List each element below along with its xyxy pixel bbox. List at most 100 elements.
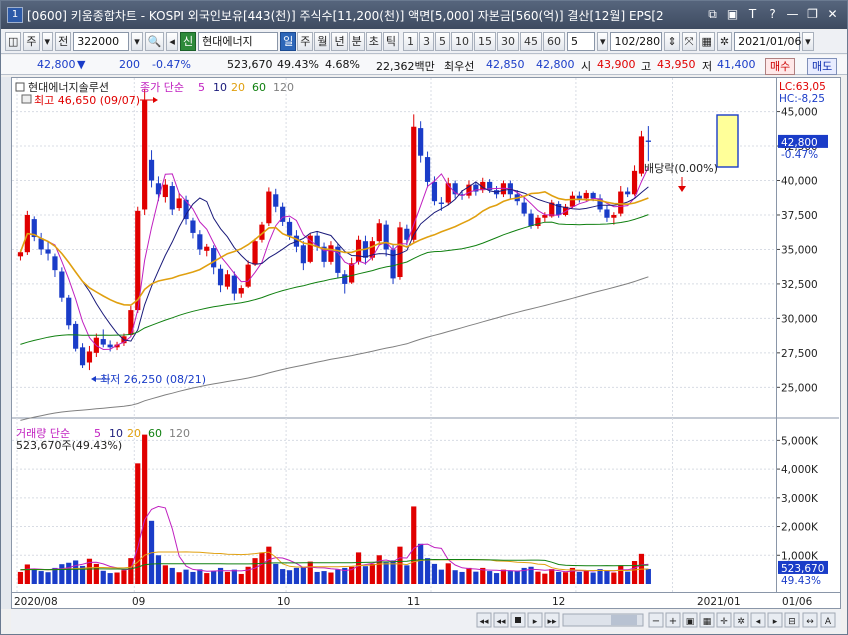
last-volume-label: 523,670 [781,563,824,575]
title-bar[interactable]: 1 [0600] 키움종합차트 - KOSPI 외국인보유[443(천)] 주식… [1,1,847,29]
candle [204,243,210,257]
volume-bar [376,555,382,584]
help-icon[interactable]: ? [764,6,781,23]
period-button-1[interactable]: 주 [297,32,314,51]
interval-button-30[interactable]: 30 [496,32,519,51]
prev-button[interactable]: ◂◂ [493,612,509,628]
best-bid: 42,800 [536,58,575,71]
last-price-label: 42,800 [781,137,818,149]
interval-button-60[interactable]: 60 [542,32,565,51]
zoom-in-button[interactable]: + [665,612,681,628]
candle-body [376,223,382,242]
count-input[interactable]: 102/280 [610,32,663,51]
view-button[interactable]: ▣ [682,612,698,628]
volume-bar [114,572,120,584]
price-tick-label: 37,500 [781,210,818,222]
volume-pct: 49.43% [277,58,319,71]
candle [576,191,582,203]
interval-button-5[interactable]: 5 [434,32,450,51]
right-button[interactable]: ▸ [767,612,783,628]
restore-icon[interactable]: ❐ [804,6,821,23]
text-button[interactable]: A [820,612,836,628]
volume-bar [169,567,175,584]
chart-area[interactable]: 현대에너지솔루션 종가 단순 5 10 20 60 120 최고 46,650 (09/07)… [11,77,777,593]
layout-icon[interactable]: ◫ [5,32,22,51]
minimize-icon[interactable]: — [784,6,801,23]
vol-legend-20: 20 [127,427,141,440]
interval-button-1[interactable]: 1 [402,32,418,51]
period-button-6[interactable]: 틱 [382,32,399,51]
play-button[interactable]: ▸ [527,612,543,628]
date-dropdown-icon[interactable]: ▾ [802,32,814,51]
svg-text:◂: ◂ [756,617,761,627]
interval-input[interactable]: 5 [566,32,595,51]
period-button-0[interactable]: 일 [280,32,297,51]
code-dropdown-icon[interactable]: ▾ [131,32,143,51]
scroll-icon[interactable]: ⇕ [664,32,680,51]
save-icon[interactable]: ▣ [724,6,741,23]
prefix-button[interactable]: 전 [55,32,72,51]
interval-button-10[interactable]: 10 [450,32,473,51]
ma-legend-120: 120 [273,81,294,94]
market-select[interactable]: 주 [23,32,40,51]
svg-text:✲: ✲ [737,617,745,627]
volume-bar [645,568,651,584]
volume-bar [542,573,548,584]
svg-text:◂◂: ◂◂ [496,617,506,627]
market-dropdown-icon[interactable]: ▾ [41,32,54,51]
candle-body [542,214,548,218]
price-scale[interactable]: 25,000 27,500 30,000 32,500 35,000 37,500 40,0… [777,77,841,593]
ruler-button[interactable]: ⊟ [784,612,800,628]
svg-text:◂◂: ◂◂ [479,617,489,627]
buy-button[interactable]: 매수 [765,58,796,75]
volume-bar [369,563,375,584]
candle [266,187,272,227]
sell-button[interactable]: 매도 [807,58,838,75]
period-button-5[interactable]: 초 [365,32,382,51]
stop-button[interactable] [510,612,526,628]
first-button[interactable]: ◂◂ [476,612,492,628]
volume-bar [473,571,479,584]
interval-button-15[interactable]: 15 [473,32,496,51]
disk-icon[interactable]: ▦ [698,32,715,51]
scrollbar[interactable] [562,613,644,627]
candle-body [266,191,272,224]
interval-dropdown-icon[interactable]: ▾ [596,32,609,51]
period-button-3[interactable]: 년 [331,32,348,51]
svg-text:+: + [669,616,677,627]
grid-button[interactable]: ▦ [699,612,715,628]
interval-button-45[interactable]: 45 [519,32,542,51]
left-button[interactable]: ◂ [750,612,766,628]
gear-icon[interactable]: ✲ [716,32,733,51]
ma60-line [20,214,649,345]
candle-body [631,170,638,195]
ma-legend-5: 5 [198,81,205,94]
volume-bar [590,572,596,584]
volume-tick-label: 1,000K [781,550,819,562]
date-input[interactable]: 2021/01/06 [734,32,802,51]
text-icon[interactable]: T [744,6,761,23]
link-icon[interactable]: ⧉ [704,6,721,23]
candle [631,165,638,196]
chart-svg[interactable]: 현대에너지솔루션 종가 단순 5 10 20 60 120 최고 46,650 (09/07)… [12,78,776,592]
code-input[interactable]: 322000 [73,32,130,51]
zoom-out-button[interactable]: − [648,612,664,628]
tool-icon[interactable]: ⤧ [681,32,697,51]
period-button-2[interactable]: 월 [314,32,331,51]
search-icon[interactable]: 🔍 [144,32,165,51]
volume-bar [107,573,113,584]
interval-button-3[interactable]: 3 [418,32,434,51]
volume-bar [38,571,44,584]
close-icon[interactable]: ✕ [824,6,841,23]
x-tick-label: 2021/01 [697,596,741,608]
candle-body [148,159,155,181]
next-button[interactable]: ▸▸ [544,612,560,628]
crosshair-button[interactable]: ✛ [716,612,732,628]
volume-bar [355,552,362,584]
move-button[interactable]: ↔ [802,612,818,628]
candle [625,187,631,198]
speaker-icon[interactable]: ◂ [166,32,178,51]
candle-body [300,245,306,264]
settings-button[interactable]: ✲ [733,612,749,628]
period-button-4[interactable]: 분 [348,32,365,51]
